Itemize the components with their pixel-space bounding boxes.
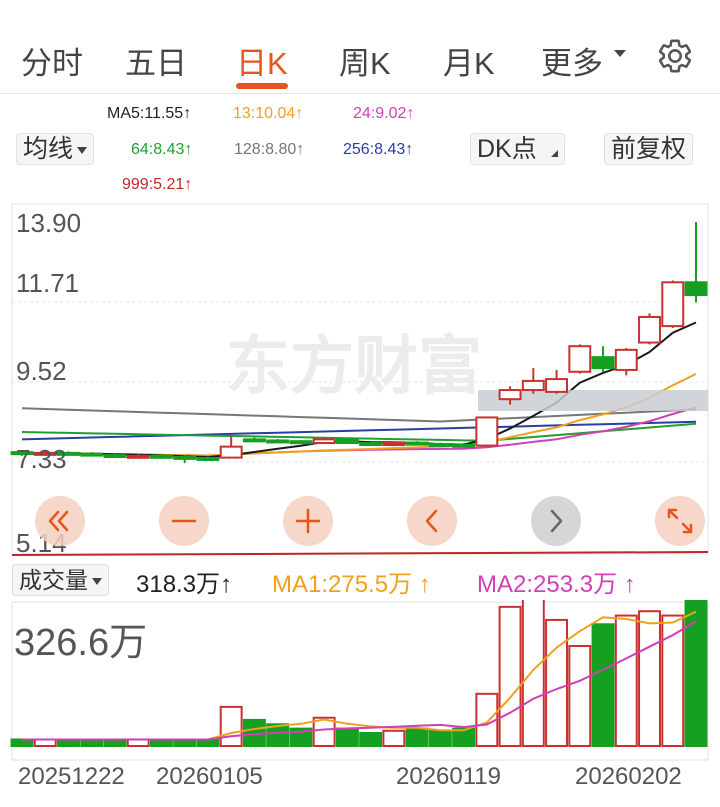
- date-tick-label: 20260105: [156, 763, 263, 790]
- volume-bar: [521, 600, 545, 748]
- avg-line-label: 均线: [23, 135, 74, 163]
- volume-bar: [545, 618, 569, 748]
- volume-bar: [498, 605, 522, 747]
- date-tick-label: 20260119: [396, 763, 501, 790]
- dk-point-label: DK点: [477, 135, 537, 163]
- tab-daily-k[interactable]: 日K: [236, 38, 288, 83]
- volume-indicator-label: 成交量: [19, 567, 88, 593]
- dk-point-button[interactable]: DK点: [470, 133, 565, 165]
- ma128-value: 128:8.80↑: [234, 141, 305, 158]
- ma13-value: 13:10.04↑: [233, 105, 304, 122]
- price-tick-label: 13.90: [16, 208, 81, 238]
- avg-line-selector[interactable]: 均线: [16, 133, 95, 165]
- chevron-down-icon: [614, 50, 626, 57]
- volume-chart[interactable]: 326.6万 20251222 20260105 20260119 202602…: [0, 600, 720, 807]
- candle: [405, 441, 429, 446]
- ma5-value: MA5:11.55↑: [107, 105, 192, 122]
- ma64-value: 64:8.43↑: [131, 141, 193, 158]
- volume-bar: [335, 727, 359, 747]
- candle: [359, 441, 383, 447]
- tab-monthly-k[interactable]: 月K: [443, 38, 495, 83]
- price-tick-label: 11.71: [16, 268, 79, 298]
- volume-bar: [382, 729, 406, 747]
- candle: [428, 442, 452, 448]
- ma24-value: 24:9.02↑: [353, 105, 415, 122]
- adjust-price-label: 前复权: [611, 135, 687, 163]
- volume-indicator-selector[interactable]: 成交量: [12, 564, 109, 596]
- tab-weekly-k[interactable]: 周K: [339, 38, 391, 83]
- price-tick-label: 7.33: [16, 444, 67, 474]
- ma256-value: 256:8.43↑: [343, 141, 414, 158]
- period-tab-bar: 分时 五日 日K 周K 月K 更多: [0, 0, 720, 94]
- volume-bar: [568, 645, 592, 747]
- volume-bar: [591, 623, 615, 747]
- candle: [266, 438, 290, 444]
- candle: [638, 313, 661, 345]
- date-tick-label: 20260202: [575, 763, 682, 790]
- tab-five-day[interactable]: 五日: [125, 38, 187, 83]
- more-menu[interactable]: 更多: [541, 38, 603, 83]
- volume-bar: [405, 727, 429, 747]
- volume-ma2-value: MA2:253.3万 ↑: [477, 571, 636, 598]
- volume-bar: [638, 610, 661, 747]
- candle: [475, 416, 499, 447]
- volume-bar: [312, 716, 336, 747]
- adjust-price-button[interactable]: 前复权: [604, 133, 694, 165]
- ma999-value: 999:5.21↑: [122, 176, 193, 193]
- candle: [568, 344, 592, 374]
- volume-bar: [428, 729, 452, 747]
- candle: [103, 453, 127, 459]
- candle: [335, 438, 359, 445]
- candle: [289, 440, 313, 445]
- volume-bar: [359, 731, 383, 748]
- active-tab-indicator: [236, 83, 288, 89]
- candle: [661, 280, 685, 328]
- next-icon[interactable]: [531, 496, 581, 546]
- watermark: 东方财富: [226, 330, 482, 402]
- candle: [196, 456, 220, 461]
- rewind-icon[interactable]: [35, 496, 85, 546]
- fullscreen-icon[interactable]: [655, 496, 705, 546]
- volume-bar: [614, 614, 638, 748]
- price-tick-label: 9.52: [16, 356, 67, 386]
- prev-icon[interactable]: [407, 496, 457, 546]
- gear-icon[interactable]: [656, 37, 694, 75]
- chevron-down-icon: [92, 578, 102, 586]
- corner-caret-icon: [551, 150, 558, 157]
- volume-bar: [219, 705, 243, 748]
- date-tick-label: 20251222: [18, 763, 125, 790]
- volume-value: 318.3万↑: [136, 571, 233, 598]
- candle: [80, 452, 104, 457]
- tab-intraday[interactable]: 分时: [21, 38, 83, 83]
- zoom-out-icon[interactable]: [159, 496, 209, 546]
- volume-axis-max: 326.6万: [14, 622, 147, 664]
- kline-chart[interactable]: 东方财富 13.90 11.71 9.52 7.33 5.14: [0, 200, 720, 560]
- candle: [149, 454, 173, 459]
- volume-ma1-value: MA1:275.5万 ↑: [272, 571, 431, 598]
- candle: [312, 437, 336, 445]
- chevron-down-icon: [77, 146, 88, 154]
- zoom-in-icon[interactable]: [283, 496, 333, 546]
